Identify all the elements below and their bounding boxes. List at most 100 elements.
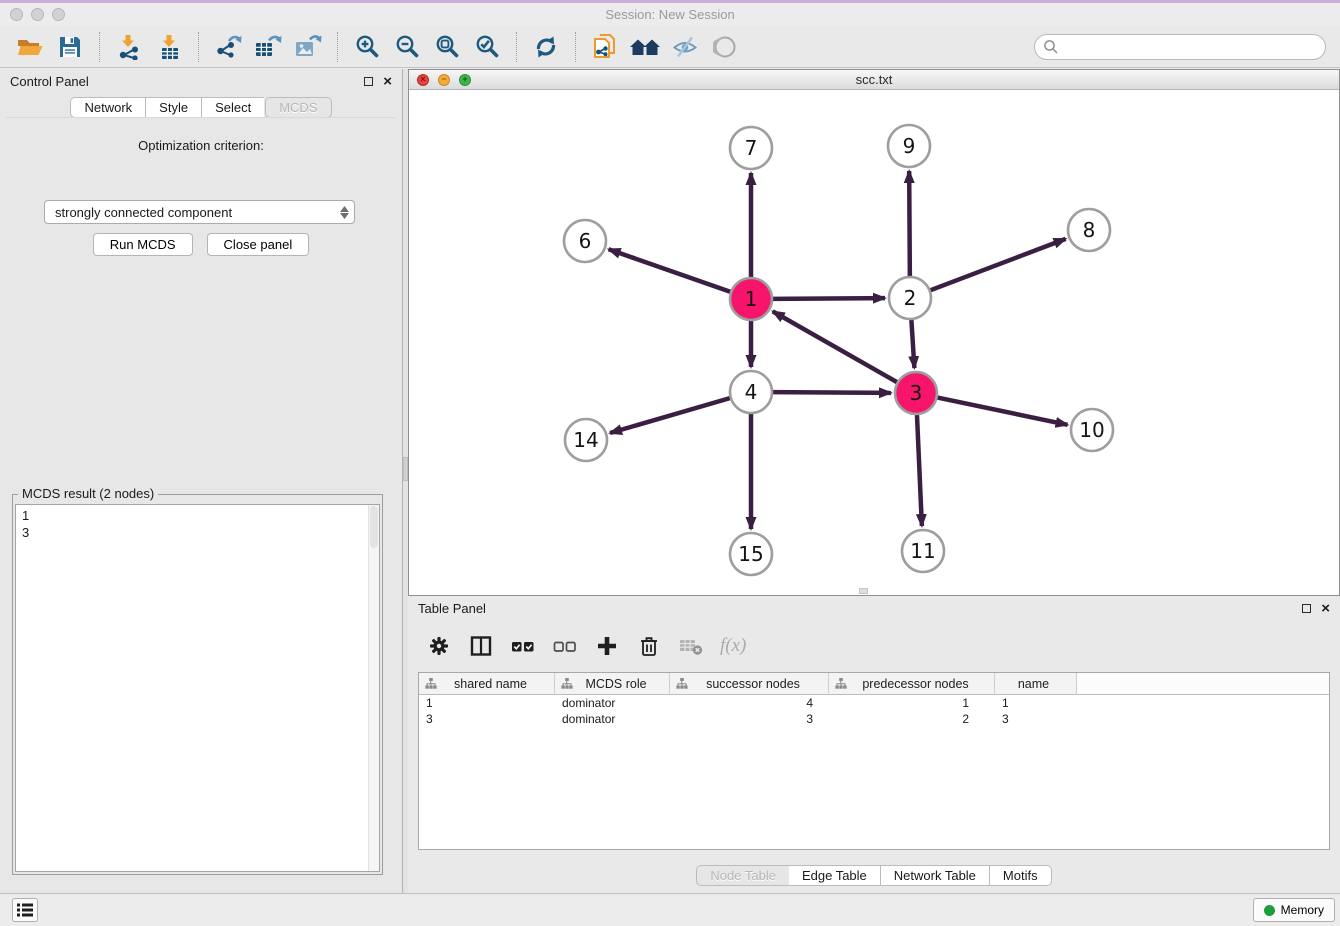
close-panel-icon[interactable]: × <box>383 74 392 89</box>
network-canvas[interactable]: 7968124314101511 <box>409 90 1339 595</box>
graph-node-label-1: 1 <box>745 287 758 311</box>
apply-layout-button[interactable] <box>526 30 566 64</box>
export-table-icon <box>254 34 282 60</box>
import-table-icon <box>156 34 182 60</box>
cell-successor-nodes[interactable]: 3 <box>670 712 829 726</box>
graph-edge-2-8[interactable] <box>931 239 1066 290</box>
mcds-result-area[interactable]: 1 3 <box>15 504 380 872</box>
run-mcds-button[interactable]: Run MCDS <box>93 233 193 256</box>
tab-select[interactable]: Select <box>201 97 264 118</box>
export-network-button[interactable] <box>208 30 248 64</box>
cell-predecessor-nodes[interactable]: 2 <box>829 712 995 726</box>
criterion-dropdown-value: strongly connected component <box>55 205 232 220</box>
delete-table-button[interactable] <box>678 633 704 659</box>
open-session-button[interactable] <box>10 30 50 64</box>
export-image-button[interactable] <box>288 30 328 64</box>
list-icon <box>16 902 34 918</box>
tab-network-table[interactable]: Network Table <box>880 865 989 886</box>
title-bar: Session: New Session <box>0 3 1340 26</box>
zoom-fit-icon <box>435 34 460 59</box>
table-row[interactable]: 1 dominator 4 1 1 <box>419 695 1329 711</box>
cell-mcds-role[interactable]: dominator <box>555 696 670 710</box>
graph-edge-4-14[interactable] <box>610 398 730 433</box>
horizontal-splitter-handle[interactable] <box>859 588 868 594</box>
checked-boxes-icon <box>511 635 535 657</box>
tab-edge-table[interactable]: Edge Table <box>789 865 880 886</box>
cell-name[interactable]: 3 <box>995 712 1077 726</box>
zoom-out-icon <box>395 34 420 59</box>
table-close-panel-icon[interactable]: × <box>1321 601 1330 616</box>
table-float-panel-icon[interactable] <box>1302 604 1311 613</box>
cell-predecessor-nodes[interactable]: 1 <box>829 696 995 710</box>
float-panel-icon[interactable] <box>364 77 373 86</box>
table-settings-button[interactable] <box>426 633 452 659</box>
deselect-all-button[interactable] <box>552 633 578 659</box>
dropdown-stepper-icon <box>334 201 354 223</box>
graph-edge-2-9[interactable] <box>909 171 910 276</box>
table-row[interactable]: 3 dominator 3 2 3 <box>419 711 1329 727</box>
tab-style[interactable]: Style <box>145 97 201 118</box>
columns-icon <box>470 635 492 657</box>
task-history-button[interactable] <box>12 898 38 922</box>
graph-edge-3-1[interactable] <box>773 311 897 382</box>
new-network-from-selection-button[interactable] <box>585 30 625 64</box>
cell-shared-name[interactable]: 1 <box>419 696 555 710</box>
column-header-name[interactable]: name <box>995 673 1077 695</box>
graph-edge-2-3[interactable] <box>911 320 914 368</box>
select-all-button[interactable] <box>510 633 536 659</box>
zoom-in-button[interactable] <box>347 30 387 64</box>
result-scrollbar-thumb[interactable] <box>370 506 378 548</box>
column-header-shared-name[interactable]: shared name <box>419 673 555 695</box>
export-network-icon <box>215 34 242 60</box>
function-builder-button[interactable]: f(x) <box>720 635 746 657</box>
tab-node-table[interactable]: Node Table <box>696 865 789 886</box>
import-network-button[interactable] <box>109 30 149 64</box>
table-toolbar: f(x) <box>418 626 1330 666</box>
cell-successor-nodes[interactable]: 4 <box>670 696 829 710</box>
zoom-selected-button[interactable] <box>467 30 507 64</box>
table-panel-tabs: Node Table Edge Table Network Table Moti… <box>408 865 1340 886</box>
node-table[interactable]: shared name MCDS role successor nodes pr… <box>418 672 1330 850</box>
result-scrollbar[interactable] <box>368 505 379 871</box>
export-table-button[interactable] <box>248 30 288 64</box>
graph-edge-1-2[interactable] <box>773 298 885 299</box>
save-session-button[interactable] <box>50 30 90 64</box>
graph-edge-4-3[interactable] <box>773 392 891 393</box>
zoom-out-button[interactable] <box>387 30 427 64</box>
network-window-title: scc.txt <box>409 72 1339 87</box>
search-input[interactable] <box>1059 39 1317 54</box>
column-view-button[interactable] <box>468 633 494 659</box>
memory-button[interactable]: Memory <box>1253 898 1335 922</box>
cell-mcds-role[interactable]: dominator <box>555 712 670 726</box>
first-neighbors-button[interactable] <box>625 30 665 64</box>
column-header-predecessor-nodes[interactable]: predecessor nodes <box>829 673 995 695</box>
column-header-mcds-role[interactable]: MCDS role <box>555 673 670 695</box>
network-graph[interactable]: 7968124314101511 <box>409 90 1339 595</box>
zoom-selected-icon <box>475 34 500 59</box>
add-column-button[interactable] <box>594 633 620 659</box>
close-panel-button[interactable]: Close panel <box>207 233 310 256</box>
mcds-panel-body: Optimization criterion: strongly connect… <box>6 117 396 877</box>
status-bar: Memory <box>0 893 1340 926</box>
graph-node-label-14: 14 <box>573 428 598 452</box>
graph-node-label-15: 15 <box>738 542 763 566</box>
column-header-successor-nodes[interactable]: successor nodes <box>670 673 829 695</box>
criterion-dropdown[interactable]: strongly connected component <box>44 200 355 224</box>
cell-shared-name[interactable]: 3 <box>419 712 555 726</box>
graph-edge-3-11[interactable] <box>917 415 922 526</box>
delete-column-button[interactable] <box>636 633 662 659</box>
mcds-result-group: MCDS result (2 nodes) 1 3 <box>12 494 383 875</box>
show-all-button[interactable] <box>705 30 745 64</box>
tab-mcds[interactable]: MCDS <box>265 97 331 118</box>
tab-network[interactable]: Network <box>70 97 145 118</box>
unchecked-boxes-icon <box>553 635 577 657</box>
graph-node-label-7: 7 <box>745 136 758 160</box>
zoom-fit-button[interactable] <box>427 30 467 64</box>
graph-edge-3-10[interactable] <box>938 398 1068 425</box>
graph-edge-1-6[interactable] <box>609 249 731 291</box>
cell-name[interactable]: 1 <box>995 696 1077 710</box>
import-table-button[interactable] <box>149 30 189 64</box>
column-type-icon <box>561 678 573 689</box>
tab-motifs[interactable]: Motifs <box>989 865 1052 886</box>
hide-selection-button[interactable] <box>665 30 705 64</box>
